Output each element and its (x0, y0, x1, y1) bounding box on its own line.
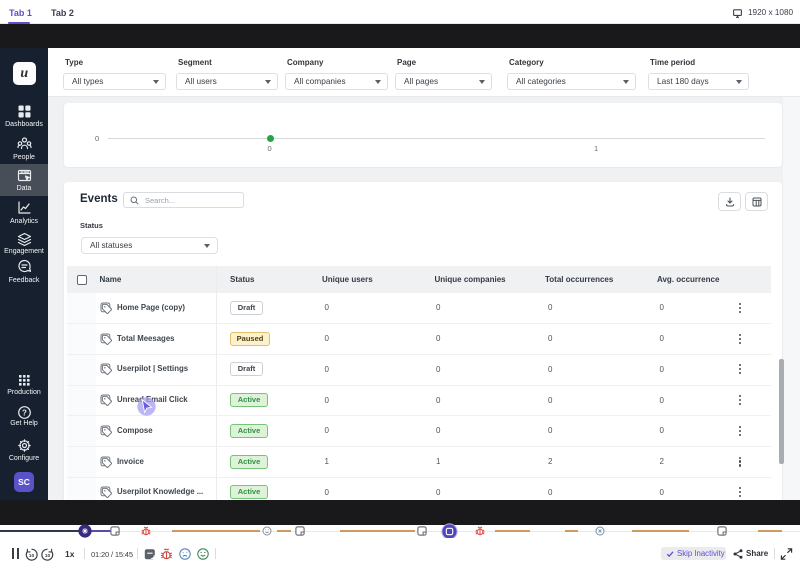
svg-text:10: 10 (28, 552, 34, 558)
svg-text:10: 10 (44, 552, 50, 558)
svg-text:?: ? (22, 408, 27, 417)
